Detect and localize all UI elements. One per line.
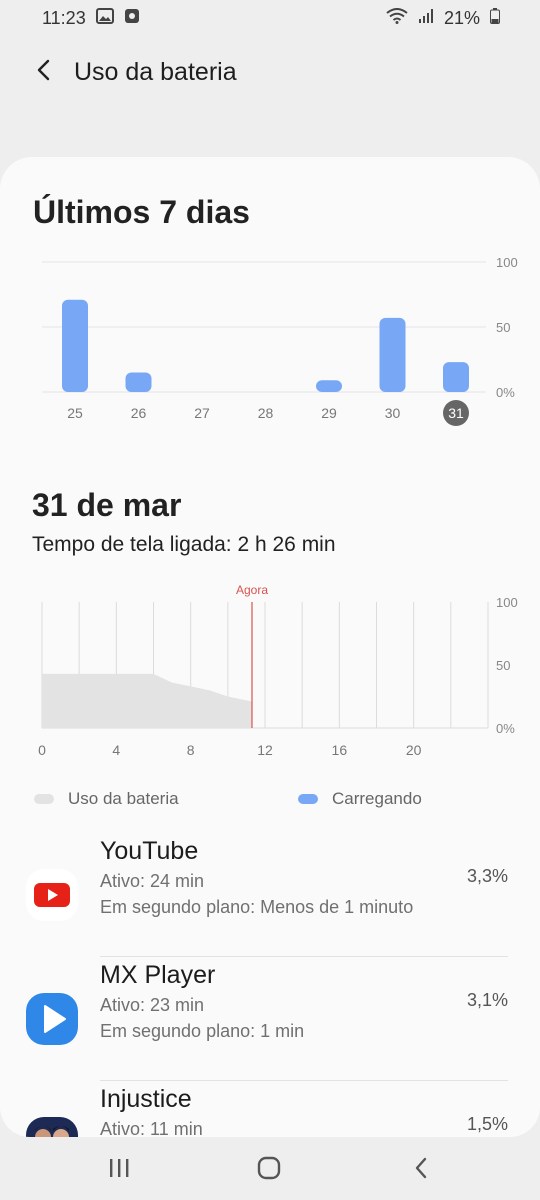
screen-record-icon: [124, 8, 140, 29]
status-time: 11:23: [42, 7, 86, 28]
bar-day-29: [316, 380, 342, 392]
x-tick-label: 20: [406, 742, 422, 758]
x-tick-label: 8: [187, 742, 195, 758]
bar-day-26: [125, 372, 152, 392]
back-button[interactable]: [24, 52, 64, 92]
nav-back-button[interactable]: [396, 1152, 446, 1188]
app-percent: 3,1%: [466, 990, 508, 1010]
screen-on-time: Tempo de tela ligada: 2 h 26 min: [32, 533, 336, 556]
y-tick-label: 100: [496, 595, 518, 610]
app-row-youtube[interactable]: YouTube Ativo: 24 min Em segundo plano: …: [0, 833, 540, 957]
selected-date-title: 31 de mar: [32, 487, 182, 523]
bar-day-25: [62, 299, 88, 392]
app-row-injustice[interactable]: Injustice Ativo: 11 min 1,5%: [0, 1081, 540, 1137]
bar-day-30: [379, 317, 406, 392]
gallery-icon: [95, 7, 114, 29]
app-bar: Uso da bateria: [0, 44, 540, 100]
legend-charging-swatch: [298, 794, 318, 804]
legend-battery-usage: Uso da bateria: [34, 789, 179, 809]
back-arrow-icon: [36, 58, 52, 87]
x-tick-label: 0: [38, 742, 46, 758]
app-percent: 3,3%: [466, 866, 508, 886]
x-tick-label: 25: [67, 405, 83, 421]
signal-icon: [418, 8, 434, 29]
legend-usage-swatch: [34, 794, 54, 804]
recent-apps-button[interactable]: [94, 1152, 144, 1188]
legend-usage-label: Uso da bateria: [68, 789, 179, 808]
x-tick-label: 12: [257, 742, 273, 758]
app-name: YouTube: [100, 837, 199, 865]
mx-player-icon: [26, 993, 78, 1045]
weekly-usage-chart[interactable]: 100 50 0% 25 26 27 28 29 30 31: [0, 242, 540, 442]
chart-legend: Uso da bateria Carregando: [34, 789, 514, 813]
status-bar: 11:23 21%: [0, 0, 540, 36]
y-tick-label: 50: [496, 658, 510, 673]
bar-day-31: [443, 362, 469, 392]
app-usage-list: YouTube Ativo: 24 min Em segundo plano: …: [0, 833, 540, 1137]
legend-charging-label: Carregando: [332, 789, 422, 808]
last-7-days-title: Últimos 7 dias: [33, 194, 250, 230]
x-tick-label: 29: [321, 405, 337, 421]
x-tick-label: 4: [112, 742, 120, 758]
y-tick-label: 0%: [496, 385, 515, 400]
x-tick-label: 31: [448, 405, 464, 421]
app-percent: 1,5%: [466, 1114, 508, 1134]
home-icon: [257, 1156, 281, 1185]
navigation-bar: [0, 1140, 540, 1200]
app-active-time: Ativo: 23 min: [100, 995, 205, 1015]
app-name: MX Player: [100, 961, 216, 989]
x-tick-label: 27: [194, 405, 210, 421]
y-tick-label: 50: [496, 320, 510, 335]
x-tick-label: 16: [332, 742, 348, 758]
home-button[interactable]: [244, 1152, 294, 1188]
app-background-time: Em segundo plano: Menos de 1 minuto: [100, 897, 414, 917]
app-background-time: Em segundo plano: 1 min: [100, 1021, 305, 1041]
battery-percent: 21%: [443, 7, 480, 28]
nav-back-icon: [414, 1157, 428, 1184]
x-tick-label: 26: [131, 405, 147, 421]
y-tick-label: 100: [496, 255, 518, 270]
injustice-icon: [26, 1117, 78, 1137]
battery-level-area: [42, 673, 252, 728]
wifi-icon: [386, 7, 408, 29]
daily-usage-chart: Agora 100 50 0% 0 4 8 12 16 20: [38, 583, 518, 758]
x-tick-label: 30: [385, 405, 401, 421]
now-marker-label: Agora: [236, 583, 268, 597]
battery-usage-card: Últimos 7 dias 100 50 0% 25 26 27 28 29 30 31 31 …: [0, 157, 540, 1137]
recent-apps-icon: [108, 1158, 130, 1183]
legend-charging: Carregando: [298, 789, 422, 809]
app-name: Injustice: [100, 1085, 192, 1113]
app-active-time: Ativo: 11 min: [100, 1119, 203, 1137]
page-title: Uso da bateria: [74, 57, 237, 86]
y-tick-label: 0%: [496, 721, 515, 736]
app-active-time: Ativo: 24 min: [100, 871, 205, 891]
app-row-mx-player[interactable]: MX Player Ativo: 23 min Em segundo plano…: [0, 957, 540, 1081]
youtube-icon: [26, 869, 78, 921]
x-tick-label: 28: [258, 405, 274, 421]
battery-icon: [490, 7, 500, 29]
